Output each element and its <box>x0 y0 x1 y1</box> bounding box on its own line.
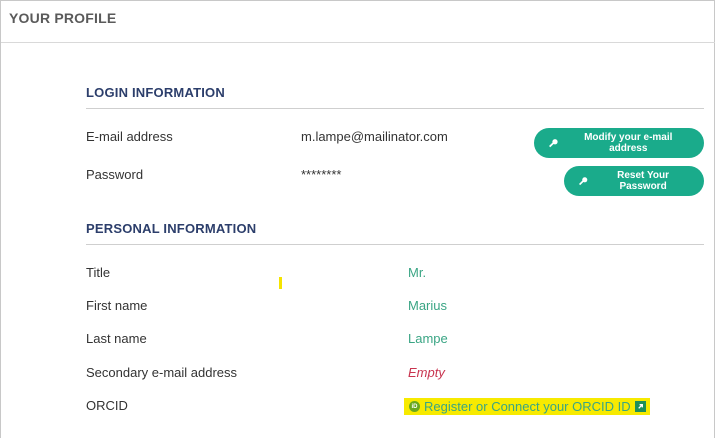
personal-section-title: PERSONAL INFORMATION <box>86 221 257 236</box>
section-divider <box>86 108 704 109</box>
secondary-email-value: Empty <box>408 365 445 380</box>
page-title: YOUR PROFILE <box>9 10 117 26</box>
orcid-icon: iD <box>409 401 420 412</box>
secondary-email-label: Secondary e-mail address <box>86 365 238 380</box>
first-name-value: Marius <box>408 298 448 313</box>
orcid-connect-link[interactable]: iD Register or Connect your ORCID ID <box>404 398 650 415</box>
modify-email-label: Modify your e-mail address <box>584 132 673 154</box>
cursor-marker <box>279 277 282 289</box>
key-icon <box>549 138 558 147</box>
first-name-label: First name <box>86 298 148 313</box>
password-value: ******** <box>301 167 342 182</box>
orcid-label: ORCID <box>86 398 128 413</box>
last-name-label: Last name <box>86 331 147 346</box>
title-label: Title <box>86 265 111 280</box>
email-label: E-mail address <box>86 129 173 144</box>
orcid-link-label: Register or Connect your ORCID ID <box>424 399 631 414</box>
email-value: m.lampe@mailinator.com <box>301 129 448 144</box>
key-icon <box>578 176 588 185</box>
password-label: Password <box>86 167 144 182</box>
section-divider <box>86 244 704 245</box>
reset-password-label: Reset Your Password <box>617 170 669 192</box>
modify-email-button[interactable]: Modify your e-mail address <box>534 128 704 158</box>
profile-panel: YOUR PROFILE LOGIN INFORMATION E-mail ad… <box>0 0 715 438</box>
external-link-icon <box>634 401 646 412</box>
reset-password-button[interactable]: Reset Your Password <box>564 166 704 196</box>
title-value: Mr. <box>408 265 427 280</box>
last-name-value: Lampe <box>408 331 448 346</box>
panel-header: YOUR PROFILE <box>1 1 715 43</box>
login-section-title: LOGIN INFORMATION <box>86 85 225 100</box>
